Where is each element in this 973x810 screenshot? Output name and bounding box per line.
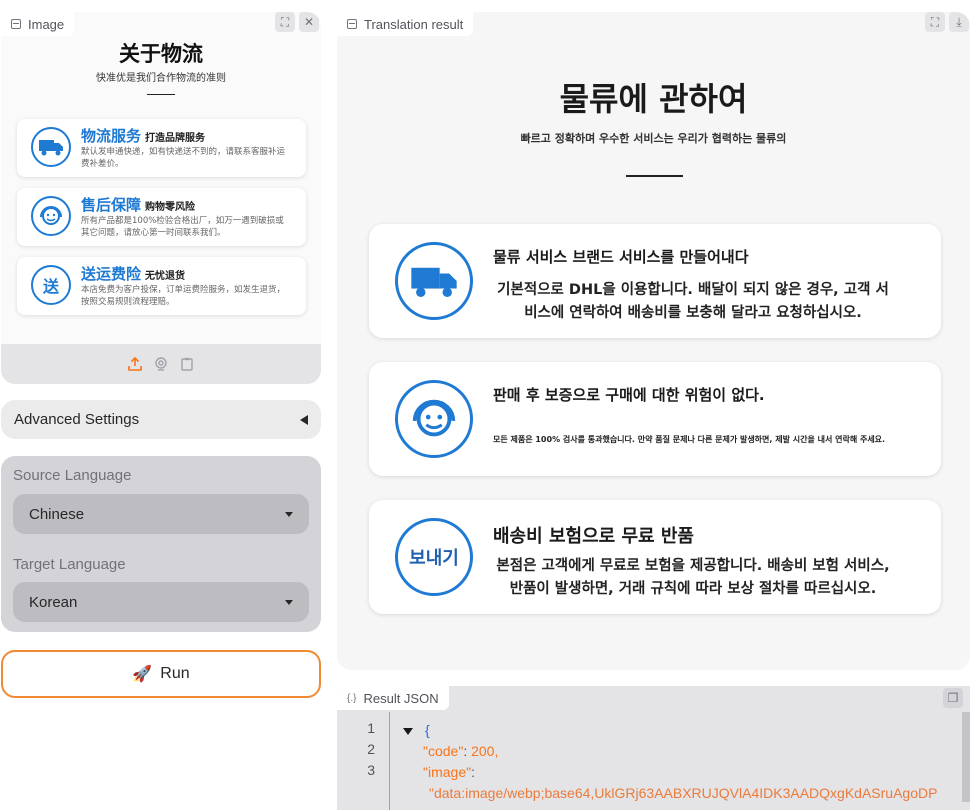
clipboard-icon[interactable] (179, 356, 195, 372)
target-language-select[interactable]: Korean (13, 582, 309, 622)
translated-subtitle: 빠르고 정확하며 우수한 서비스는 우리가 협력하는 물류의 (520, 132, 787, 145)
gutter-divider (389, 712, 390, 810)
translated-title: 물류에 관하여 (559, 80, 748, 118)
braces-icon: {.} (347, 692, 357, 704)
target-language-label: Target Language (13, 556, 126, 573)
image-tag-label: Image (28, 16, 65, 32)
image-panel: Image ⛶ ✕ 关于物流 快准优是我们合作物流的准则 物流服务 打造品牌服务 … (1, 12, 321, 384)
translated-card-heading: 물류 서비스 브랜드 서비스를 만들어내다 (493, 248, 749, 266)
source-card: 物流服务 打造品牌服务 默认发申通快递，如有快递送不到的，请联系客服补运费补差价。 (17, 119, 306, 177)
chevron-down-icon (285, 511, 293, 517)
scrollbar[interactable] (962, 712, 970, 802)
translated-card-text: 기본적으로 DHL을 이용합니다. 배달이 되지 않은 경우, 고객 서비스에 … (497, 282, 889, 321)
translation-result-panel: Translation result ⛶ ⤓ 물류에 관하여 빠르고 정확하며 … (337, 12, 970, 670)
webcam-icon[interactable] (153, 356, 169, 372)
json-value: 200, (471, 743, 499, 759)
json-code: { "code": 200, "image": "data:image/webp… (403, 720, 937, 804)
translated-card: 판매 후 보증으로 구매에 대한 위험이 없다. 모든 제품은 100% 검사를… (369, 362, 941, 476)
translated-card-heading: 배송비 보험으로 무료 반품 (493, 526, 694, 547)
source-subtitle: 快准优是我们合作物流的准则 (96, 73, 226, 84)
fullscreen-icon[interactable]: ⛶ (925, 12, 945, 32)
send-icon: 보내기 (395, 518, 473, 596)
translated-image: 물류에 관하여 빠르고 정확하며 우수한 서비스는 우리가 협력하는 물류의 물… (337, 12, 970, 670)
source-card-text: 本店免费为客户投保，订单运费险服务，如发生退货，按照交易规则流程理赔。 (81, 285, 286, 307)
upload-icon[interactable] (127, 356, 143, 372)
run-button[interactable]: 🚀 Run (1, 650, 321, 698)
truck-icon (31, 127, 71, 167)
source-language-select[interactable]: Chinese (13, 494, 309, 534)
line-numbers: 1 2 3 (337, 718, 389, 781)
rocket-icon: 🚀 (132, 666, 153, 683)
translated-divider (626, 175, 683, 177)
translated-card-heading: 판매 후 보증으로 구매에 대한 위험이 없다. (493, 386, 765, 404)
source-card: 售后保障 购物零风险 所有产品都是100%检验合格出厂，如万一遇到破损或其它问题，… (17, 188, 306, 246)
fold-arrow-icon[interactable] (403, 728, 413, 735)
close-icon[interactable]: ✕ (299, 12, 319, 32)
image-icon (11, 19, 21, 29)
source-card-text: 所有产品都是100%检验合格出厂，如万一遇到破损或其它问题，请放心第一时间联系我… (81, 216, 284, 238)
line-number: 3 (367, 762, 375, 778)
result-json-tag: {.} Result JSON (337, 686, 449, 710)
image-icon (347, 19, 357, 29)
advanced-settings-label: Advanced Settings (14, 411, 140, 428)
source-image: 关于物流 快准优是我们合作物流的准则 物流服务 打造品牌服务 默认发申通快递，如有… (1, 12, 321, 344)
json-key: "image" (423, 764, 472, 780)
result-json-label: Result JSON (363, 690, 439, 706)
copy-icon[interactable]: ❐ (943, 688, 963, 708)
truck-icon (395, 242, 473, 320)
json-brace: { (425, 722, 430, 738)
source-card-heading: 物流服务 打造品牌服务 (81, 127, 206, 145)
image-tag: Image (1, 12, 75, 36)
source-card: 送 送运费险 无忧退货 本店免费为客户投保，订单运费险服务，如发生退货，按照交易规… (17, 257, 306, 315)
source-language-value: Chinese (29, 505, 85, 523)
download-icon[interactable]: ⤓ (949, 12, 969, 32)
json-key: "code" (423, 743, 464, 759)
translated-card: 물류 서비스 브랜드 서비스를 만들어내다 기본적으로 DHL을 이용합니다. … (369, 224, 941, 338)
source-language-label: Source Language (13, 467, 132, 484)
fullscreen-icon[interactable]: ⛶ (275, 12, 295, 32)
json-value: "data:image/webp;base64,UklGRj63AABXRUJQ… (429, 785, 938, 801)
collapse-arrow-icon (300, 414, 308, 425)
source-card-text: 默认发申通快递，如有快递送不到的，请联系客服补运费补差价。 (81, 147, 286, 169)
run-label: Run (160, 665, 190, 682)
translation-result-tag: Translation result (337, 12, 474, 36)
chevron-down-icon (285, 599, 293, 605)
headset-icon (395, 380, 473, 458)
image-toolbar (1, 344, 321, 384)
translated-card-text: 모든 제품은 100% 검사를 통과했습니다. 만약 품질 문제나 다른 문제가… (493, 435, 886, 444)
target-language-value: Korean (29, 593, 78, 611)
advanced-settings-toggle[interactable]: Advanced Settings (1, 400, 321, 439)
translation-result-label: Translation result (364, 16, 464, 32)
result-json-panel: {.} Result JSON ❐ 1 2 3 { "code": 200, "… (337, 686, 970, 810)
language-settings: Source Language Chinese Target Language … (1, 456, 321, 632)
source-divider (147, 94, 175, 95)
send-icon: 送 (31, 265, 71, 305)
source-title: 关于物流 (119, 42, 203, 66)
line-number: 1 (367, 720, 375, 736)
line-number: 2 (367, 741, 375, 757)
translated-card: 보내기 배송비 보험으로 무료 반품 본점은 고객에게 무료로 보험을 제공합니… (369, 500, 941, 614)
translated-card-text: 본점은 고객에게 무료로 보험을 제공합니다. 배송비 보험 서비스, 반품이 … (496, 558, 890, 597)
headset-icon (31, 196, 71, 236)
source-card-heading: 送运费险 无忧退货 (81, 265, 186, 283)
source-card-heading: 售后保障 购物零风险 (81, 196, 196, 214)
